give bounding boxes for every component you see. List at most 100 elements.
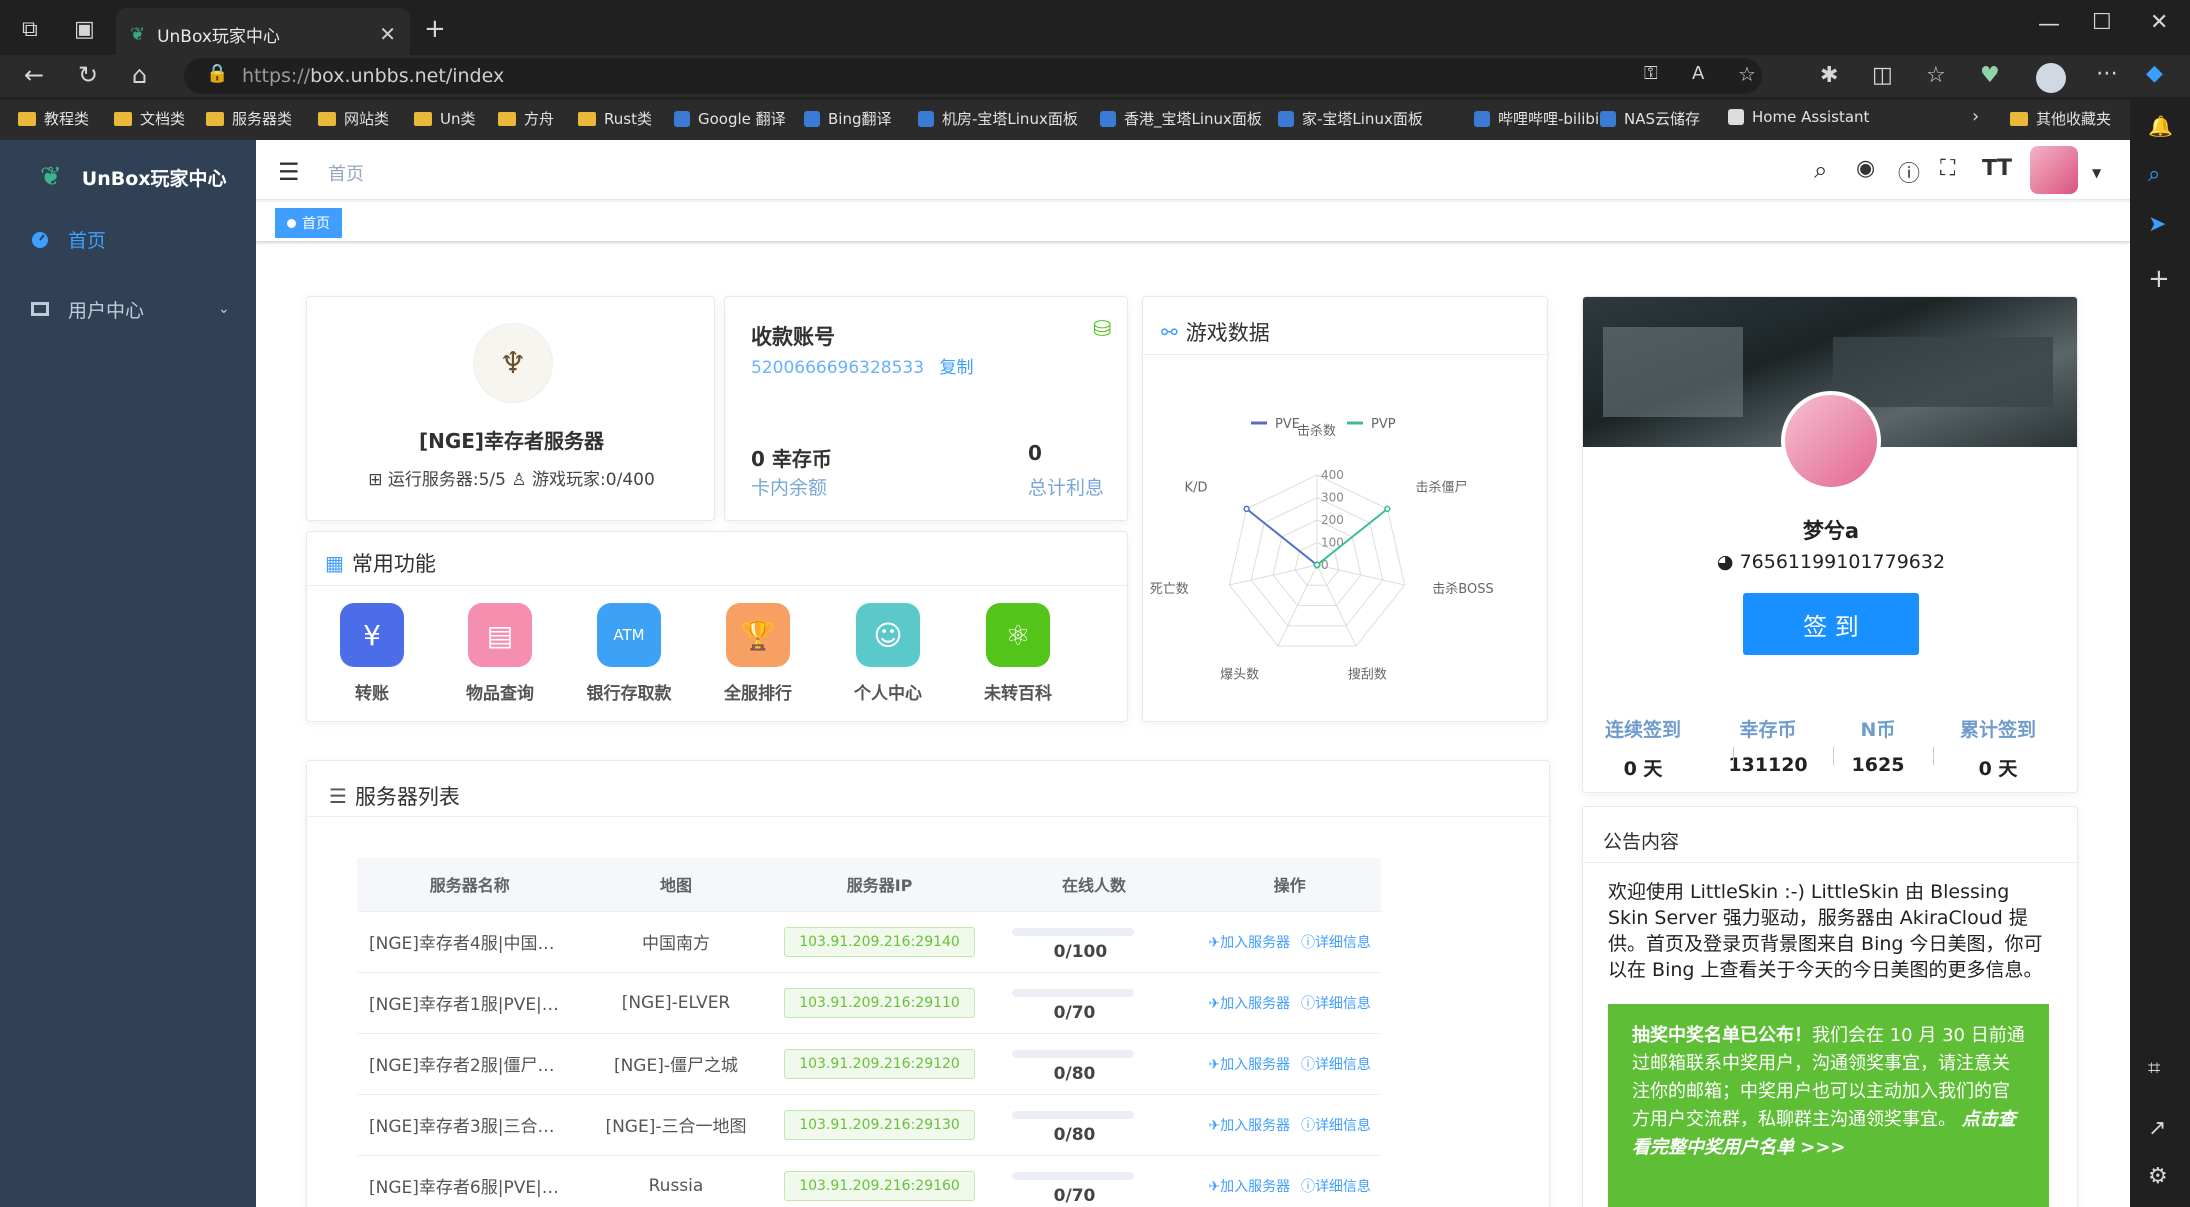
lock-icon[interactable]: 🔒 bbox=[206, 65, 228, 83]
fullscreen-icon[interactable]: ⛶ bbox=[1940, 156, 1955, 181]
bookmark-item[interactable]: NAS云储存 bbox=[1600, 108, 1700, 129]
detail-link[interactable]: ⓘ详细信息 bbox=[1301, 996, 1371, 1012]
screenshot-icon[interactable]: ⌗ bbox=[2148, 1058, 2160, 1080]
quick-function-icon: ⚛ bbox=[986, 603, 1050, 667]
quick-function-item[interactable]: 🏆 全服排行 bbox=[708, 603, 808, 704]
copy-button[interactable]: 复制 bbox=[939, 358, 973, 378]
profile-avatar-icon[interactable] bbox=[2036, 63, 2066, 93]
ip-tag[interactable]: 103.91.209.216:29160 bbox=[784, 1170, 975, 1201]
new-tab-icon[interactable]: + bbox=[424, 16, 446, 42]
ip-tag[interactable]: 103.91.209.216:29130 bbox=[784, 1109, 975, 1140]
github-icon[interactable]: ◉ bbox=[1856, 156, 1875, 181]
quick-function-item[interactable]: ☺ 个人中心 bbox=[838, 603, 938, 704]
search-sidebar-icon[interactable]: ⌕ bbox=[2148, 164, 2160, 186]
tab-actions-icon[interactable]: ▣ bbox=[74, 19, 95, 41]
tag-home[interactable]: 首页 bbox=[275, 208, 342, 238]
bookmark-item[interactable]: 服务器类 bbox=[206, 108, 292, 129]
bookmark-item[interactable]: Google 翻译 bbox=[674, 108, 786, 129]
bookmark-item[interactable]: 家-宝塔Linux面板 bbox=[1278, 108, 1423, 129]
bookmark-item[interactable]: 方舟 bbox=[498, 108, 554, 129]
maximize-icon[interactable]: ☐ bbox=[2092, 12, 2112, 34]
column-header: 在线人数 bbox=[989, 858, 1199, 912]
caret-down-icon[interactable]: ▼ bbox=[2092, 166, 2101, 180]
sidebar-item-home[interactable]: 首页 bbox=[0, 209, 256, 269]
more-bookmarks-icon[interactable]: › bbox=[1972, 108, 1979, 126]
workspaces-icon[interactable]: ⧉ bbox=[22, 19, 38, 41]
sign-in-button[interactable]: 签 到 bbox=[1743, 593, 1919, 655]
close-window-icon[interactable]: ✕ bbox=[2150, 12, 2168, 34]
online-cell: 0/80 bbox=[989, 1094, 1199, 1156]
radar-tick-label: 400 bbox=[1321, 468, 1344, 482]
avatar[interactable] bbox=[2030, 146, 2078, 194]
key-icon[interactable]: ⚿ bbox=[1644, 65, 1658, 83]
detail-link[interactable]: ⓘ详细信息 bbox=[1301, 1118, 1371, 1134]
game-data-header: ⚯ 游戏数据 bbox=[1161, 317, 1270, 347]
profile-stat: 幸存币 131120 bbox=[1713, 715, 1823, 776]
detail-link[interactable]: ⓘ详细信息 bbox=[1301, 1057, 1371, 1073]
quick-function-item[interactable]: ▤ 物品查询 bbox=[450, 603, 550, 704]
profile-avatar[interactable] bbox=[1781, 391, 1881, 491]
browser-essentials-icon[interactable]: ♥ bbox=[1980, 65, 2000, 87]
detail-link[interactable]: ⓘ详细信息 bbox=[1301, 1179, 1371, 1195]
server-name-text: [NGE]幸存者1服|PVE|El… bbox=[369, 995, 569, 1015]
hamburger-icon[interactable]: ☰ bbox=[278, 158, 300, 186]
refresh-icon[interactable]: ↻ bbox=[78, 63, 98, 87]
join-server-link[interactable]: ✈加入服务器 bbox=[1208, 996, 1290, 1012]
server-name-text: [NGE]幸存者4服|中国南… bbox=[369, 934, 569, 954]
extensions-icon[interactable]: ✱ bbox=[1820, 65, 1838, 87]
send-icon[interactable]: ➤ bbox=[2148, 214, 2166, 236]
help-icon[interactable]: ⓘ bbox=[1898, 156, 1920, 188]
bookmark-item[interactable]: Un类 bbox=[414, 108, 476, 129]
favorites-icon[interactable]: ☆ bbox=[1926, 65, 1946, 87]
read-aloud-icon[interactable]: A bbox=[1692, 65, 1704, 83]
close-tab-icon[interactable]: ✕ bbox=[379, 22, 396, 46]
quick-function-item[interactable]: ATM 银行存取款 bbox=[579, 603, 679, 704]
quick-function-item[interactable]: ⚛ 未转百科 bbox=[968, 603, 1068, 704]
bookmark-item[interactable]: 哔哩哔哩-bilibili bbox=[1474, 108, 1607, 129]
font-size-icon[interactable]: ꓔT bbox=[1982, 156, 2012, 181]
logo[interactable]: ❦ UnBox玩家中心 bbox=[40, 162, 227, 192]
bookmark-item[interactable]: 网站类 bbox=[318, 108, 389, 129]
quick-function-item[interactable]: ¥ 转账 bbox=[322, 603, 422, 704]
tab-active[interactable]: ❦ UnBox玩家中心 ✕ bbox=[116, 8, 410, 60]
bookmark-item[interactable]: 教程类 bbox=[18, 108, 89, 129]
add-sidebar-icon[interactable]: + bbox=[2148, 266, 2170, 292]
bookmark-item[interactable]: Rust类 bbox=[578, 108, 652, 129]
bookmark-item[interactable]: 香港_宝塔Linux面板 bbox=[1100, 108, 1262, 129]
bookmark-item[interactable]: 文档类 bbox=[114, 108, 185, 129]
notice-card: 公告内容 欢迎使用 LittleSkin :-) LittleSkin 由 Bl… bbox=[1582, 806, 2079, 1207]
search-icon[interactable]: ⌕ bbox=[1814, 156, 1827, 184]
map-cell: 中国南方 bbox=[582, 911, 770, 973]
back-icon[interactable]: ← bbox=[24, 63, 44, 87]
minimize-icon[interactable]: — bbox=[2038, 14, 2060, 36]
ip-tag[interactable]: 103.91.209.216:29120 bbox=[784, 1048, 975, 1079]
radar-axis-label: K/D bbox=[1185, 481, 1208, 496]
address-bar[interactable]: 🔒 https://box.unbbs.net/index ⚿ A ☆ bbox=[184, 58, 1762, 94]
join-server-link[interactable]: ✈加入服务器 bbox=[1208, 1179, 1290, 1195]
server-name-cell: [NGE]幸存者1服|PVE|El… bbox=[357, 972, 583, 1034]
split-screen-icon[interactable]: ◫ bbox=[1872, 65, 1893, 87]
join-server-link[interactable]: ✈加入服务器 bbox=[1208, 935, 1290, 951]
copilot-icon[interactable]: ◆ bbox=[2146, 63, 2163, 85]
detail-link[interactable]: ⓘ详细信息 bbox=[1301, 935, 1371, 951]
add-favorite-icon[interactable]: ☆ bbox=[1738, 64, 1756, 84]
more-menu-icon[interactable]: ⋯ bbox=[2096, 63, 2118, 85]
join-label: 加入服务器 bbox=[1220, 1178, 1291, 1195]
sidebar-item-user-center[interactable]: 用户中心 ⌄ bbox=[0, 279, 256, 339]
ip-tag[interactable]: 103.91.209.216:29110 bbox=[784, 987, 975, 1018]
bell-icon[interactable]: 🔔 bbox=[2148, 116, 2173, 136]
legend-label: PVP bbox=[1371, 417, 1396, 432]
ip-tag[interactable]: 103.91.209.216:29140 bbox=[784, 926, 975, 957]
bookmark-item[interactable]: 其他收藏夹 bbox=[2010, 108, 2111, 129]
bookmark-item[interactable]: Bing翻译 bbox=[804, 108, 892, 129]
join-server-link[interactable]: ✈加入服务器 bbox=[1208, 1057, 1290, 1073]
join-server-link[interactable]: ✈加入服务器 bbox=[1208, 1118, 1290, 1134]
settings-icon[interactable]: ⚙ bbox=[2148, 1166, 2168, 1188]
bookmark-item[interactable]: 机房-宝塔Linux面板 bbox=[918, 108, 1078, 129]
open-external-icon[interactable]: ↗ bbox=[2148, 1118, 2166, 1140]
breadcrumb[interactable]: 首页 bbox=[328, 160, 364, 186]
server-stats: ⊞ 运行服务器:5/5 ♙ 游戏玩家:0/400 bbox=[307, 465, 716, 490]
account-card: 收款账号 ⛁ 5200666696328533 复制 0 幸存币 卡内余额 0 … bbox=[724, 296, 1128, 521]
home-icon[interactable]: ⌂ bbox=[132, 63, 147, 87]
bookmark-item[interactable]: Home Assistant bbox=[1728, 108, 1869, 126]
